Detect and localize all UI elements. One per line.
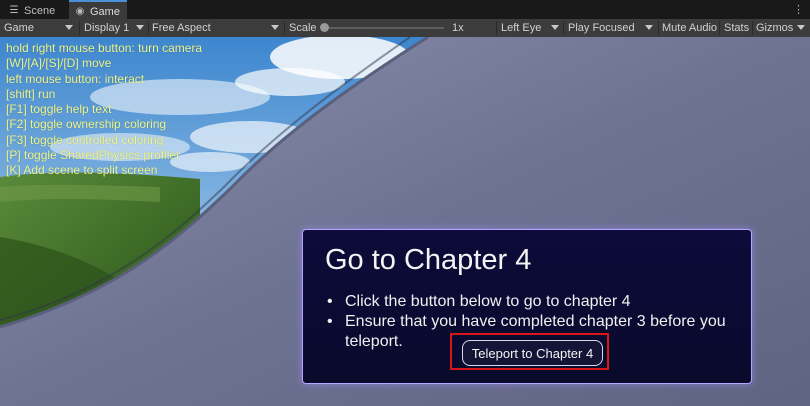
tab-scene[interactable]: ☰ Scene (3, 2, 67, 19)
play-mode-dropdown[interactable]: Play Focused (568, 19, 656, 37)
chevron-down-icon (551, 25, 559, 30)
debug-line: [W]/[A]/[S]/[D] move (6, 56, 112, 71)
scale-slider-track[interactable] (324, 27, 444, 29)
instruction-item: Click the button below to go to chapter … (327, 292, 735, 312)
editor-tab-bar: ☰ Scene ◉ Game ⋮ (0, 0, 810, 21)
chevron-down-icon (271, 25, 279, 30)
game-dropdown-label: Game (4, 22, 34, 34)
debug-line: [F2] toggle ownership coloring (6, 117, 167, 132)
debug-line: left mouse button: interact (6, 71, 145, 86)
mute-audio-toggle[interactable]: Mute Audio (662, 19, 717, 37)
scene-icon: ☰ (9, 4, 19, 16)
chevron-down-icon (645, 25, 653, 30)
eye-dropdown-label: Left Eye (501, 22, 542, 34)
scale-slider-handle[interactable] (320, 23, 329, 32)
tab-scene-label: Scene (24, 4, 56, 17)
eye-dropdown[interactable]: Left Eye (501, 19, 562, 37)
debug-line: [K] Add scene to split screen (6, 163, 158, 178)
gamepad-icon: ◉ (75, 5, 85, 17)
toolbar-divider (658, 21, 659, 35)
tab-game[interactable]: ◉ Game (69, 0, 127, 21)
gizmos-dropdown-label: Gizmos (756, 22, 794, 34)
highlight-annotation-box (450, 333, 609, 370)
more-vertical-icon[interactable]: ⋮ (793, 3, 804, 16)
display-dropdown-label: Display 1 (84, 22, 130, 34)
gizmos-dropdown[interactable]: Gizmos (756, 19, 808, 37)
play-mode-dropdown-label: Play Focused (568, 22, 635, 34)
debug-line: [P] toggle SharedPhysics profiler (6, 148, 181, 163)
chevron-down-icon (65, 25, 73, 30)
toolbar-divider (719, 21, 720, 35)
debug-line: hold right mouse button: turn camera (6, 41, 203, 55)
debug-line: [shift] run (6, 86, 56, 101)
scale-label: Scale (289, 22, 317, 34)
toolbar-divider (563, 21, 564, 35)
game-view-toolbar: Game Display 1 Free Aspect Scale 1x Left… (0, 19, 810, 38)
aspect-dropdown-label: Free Aspect (152, 22, 211, 34)
display-dropdown[interactable]: Display 1 (84, 19, 147, 37)
aspect-dropdown[interactable]: Free Aspect (152, 19, 282, 37)
tab-game-label: Game (90, 5, 120, 18)
chevron-down-icon (136, 25, 144, 30)
toolbar-divider (752, 21, 753, 35)
toolbar-divider (284, 21, 285, 35)
chevron-down-icon (797, 25, 805, 30)
scale-value: 1x (452, 22, 464, 34)
debug-line: [F1] toggle help text (6, 102, 112, 117)
debug-help-text: hold right mouse button: turn camera [W]… (6, 41, 202, 179)
stats-toggle[interactable]: Stats (724, 19, 749, 37)
panel-title: Go to Chapter 4 (325, 244, 532, 276)
toolbar-divider (496, 21, 497, 35)
debug-line: [F3] toggle controlled coloring (6, 132, 164, 147)
game-dropdown[interactable]: Game (4, 19, 76, 37)
toolbar-divider (148, 21, 149, 35)
toolbar-divider (79, 21, 80, 35)
game-viewport[interactable]: hold right mouse button: turn camera [W]… (0, 37, 810, 406)
